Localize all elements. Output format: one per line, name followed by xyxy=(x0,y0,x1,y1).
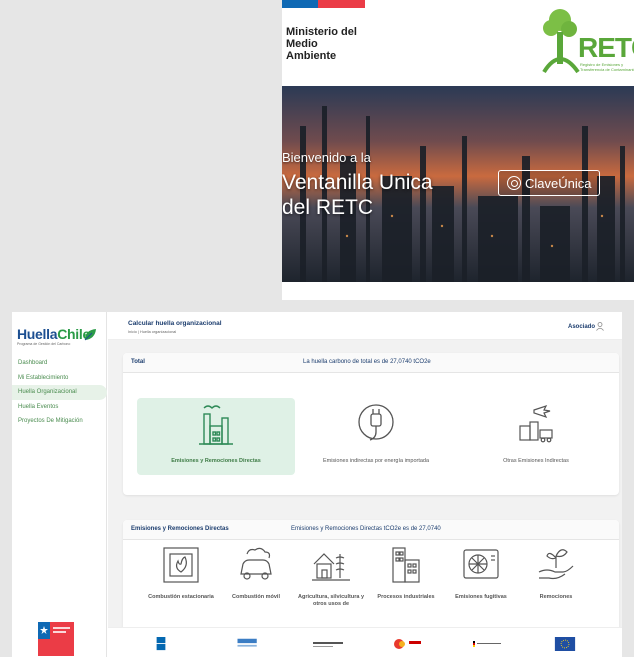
hero-title: Ventanilla Unica del RETC xyxy=(282,171,433,219)
total-card: Total La huella carbono de total es de 2… xyxy=(123,353,619,495)
plug-icon xyxy=(358,404,394,441)
plant-hand-icon xyxy=(538,549,574,580)
total-heading: Total xyxy=(131,359,145,365)
industry-icon xyxy=(392,547,420,583)
claveunica-icon xyxy=(507,176,521,190)
sidebar-item-proyectos-mitigacion[interactable]: Proyectos De Mitigación xyxy=(12,414,107,429)
claveunica-label: ClaveÚnica xyxy=(525,175,592,191)
huellachile-app: HuellaChile Programa de Gestión del Carb… xyxy=(12,312,622,657)
ministry-name: Ministerio del Medio Ambiente xyxy=(286,26,357,62)
source-emisiones-fugitivas[interactable]: Emisiones fugitivas xyxy=(446,544,516,601)
option-indirect-energy[interactable]: Emisiones indirectas por energía importa… xyxy=(297,398,455,475)
retc-logo-word: RETC xyxy=(578,32,634,63)
retc-logo-sub: Registro de Emisiones y Transferencia de… xyxy=(580,62,634,72)
chile-flag-stripe xyxy=(282,0,365,8)
welcome-text: Bienvenido a la xyxy=(282,150,371,165)
gobierno-chile-logo xyxy=(38,622,74,656)
source-agricultura[interactable]: Agricultura, silvicultura y otros usos d… xyxy=(296,544,366,608)
sidebar-item-mi-establecimiento[interactable]: Mi Establecimiento xyxy=(12,371,107,386)
sidebar-item-huella-organizacional[interactable]: Huella Organizacional xyxy=(12,385,107,400)
sidebar-nav: Dashboard Mi Establecimiento Huella Orga… xyxy=(12,356,107,429)
sidebar: HuellaChile Programa de Gestión del Carb… xyxy=(12,312,107,657)
car-icon xyxy=(240,547,272,580)
option-other-indirect[interactable]: Otras Emisiones Indirectas xyxy=(457,398,615,475)
ac-unit-icon xyxy=(463,549,499,579)
undp-logo xyxy=(156,637,166,651)
source-combustion-movil[interactable]: Combustión móvil xyxy=(221,544,291,601)
direct-card-header: Emisiones y Remociones Directas Emisione… xyxy=(123,520,619,540)
partners-footer xyxy=(108,627,622,657)
source-label: Combustión móvil xyxy=(232,594,280,600)
german-ministry-logo xyxy=(473,641,501,647)
source-combustion-estacionaria[interactable]: Combustión estacionaria xyxy=(146,544,216,601)
source-remociones[interactable]: Remociones xyxy=(521,544,591,601)
direct-summary: Emisiones y Remociones Directas tCO2e es… xyxy=(291,526,441,532)
sidebar-item-huella-eventos[interactable]: Huella Eventos xyxy=(12,400,107,415)
breadcrumb[interactable]: Inicio | Huella organizacional xyxy=(128,330,176,334)
source-label: Emisiones fugitivas xyxy=(455,594,507,600)
option-direct-emissions[interactable]: Emisiones y Remociones Directas xyxy=(137,398,295,475)
option-label: Otras Emisiones Indirectas xyxy=(503,458,569,464)
option-label: Emisiones y Remociones Directas xyxy=(171,458,261,464)
hero-banner: Bienvenido a la Ventanilla Unica del RET… xyxy=(282,86,634,282)
logistics-icon xyxy=(519,404,553,443)
total-card-header: Total La huella carbono de total es de 2… xyxy=(123,353,619,373)
ndc-partnership-logo xyxy=(237,638,257,647)
furnace-icon xyxy=(163,547,199,583)
direct-heading: Emisiones y Remociones Directas xyxy=(131,526,229,532)
total-summary: La huella carbono de total es de 27,0740… xyxy=(303,359,431,365)
source-label: Agricultura, silvicultura y otros usos d… xyxy=(297,594,365,607)
source-procesos-industriales[interactable]: Procesos industriales xyxy=(371,544,441,601)
page-title: Calcular huella organizacional xyxy=(128,320,222,327)
huellachile-logo[interactable]: HuellaChile xyxy=(17,326,90,342)
user-icon[interactable] xyxy=(596,322,604,331)
main-content: Total La huella carbono de total es de 2… xyxy=(108,340,622,657)
brand-subtitle: Programa de Gestión del Carbono xyxy=(17,342,71,346)
farm-icon xyxy=(312,553,350,581)
option-label: Emisiones indirectas por energía importa… xyxy=(322,458,430,464)
aecid-logo xyxy=(394,639,421,649)
retc-logo: RETC Registro de Emisiones y Transferenc… xyxy=(540,6,634,78)
sidebar-item-dashboard[interactable]: Dashboard xyxy=(12,356,107,371)
top-bar: Calcular huella organizacional Inicio | … xyxy=(108,312,622,340)
source-label: Remociones xyxy=(539,594,573,600)
eu-flag-logo xyxy=(554,637,576,651)
source-label: Combustión estacionaria xyxy=(148,594,214,600)
source-label: Procesos industriales xyxy=(377,594,435,600)
factory-icon xyxy=(199,405,233,445)
retc-panel: Ministerio del Medio Ambiente RETC Regis… xyxy=(282,0,634,300)
leaf-icon xyxy=(84,329,96,341)
claveunica-button[interactable]: ClaveÚnica xyxy=(498,170,600,196)
partner-logo xyxy=(313,642,343,647)
user-role[interactable]: Asociado xyxy=(568,324,595,330)
